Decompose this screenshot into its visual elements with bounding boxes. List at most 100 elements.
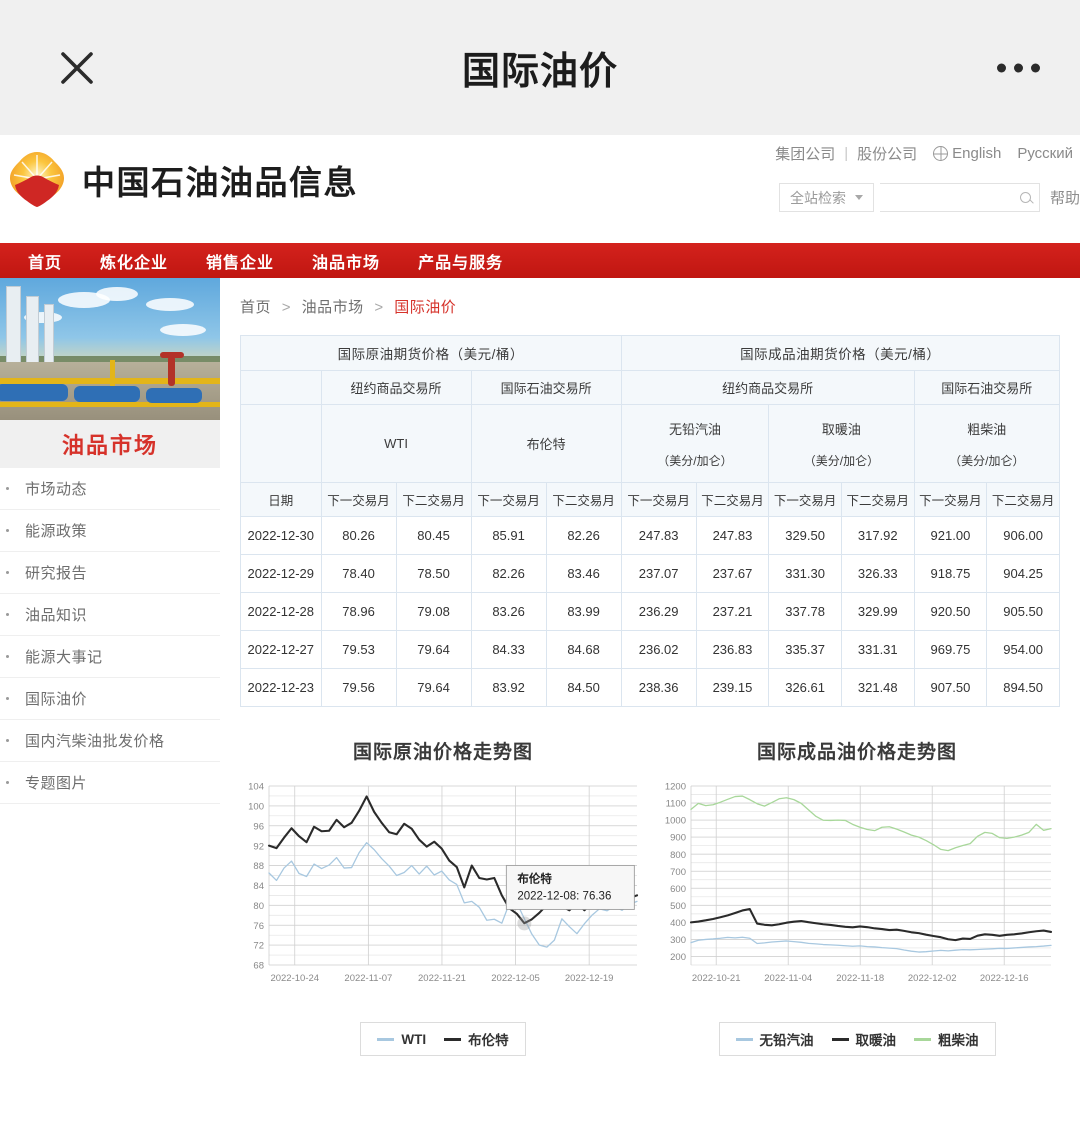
breadcrumb-home[interactable]: 首页 — [240, 299, 271, 316]
table-group-header-row: 国际原油期货价格（美元/桶） 国际成品油期货价格（美元/桶） — [240, 335, 1061, 371]
link-russian[interactable]: Русский — [1010, 145, 1080, 162]
bullet-icon — [6, 529, 9, 532]
legend-item-gasoil[interactable]: 粗柴油 — [914, 1029, 979, 1049]
nav-item-home[interactable]: 首页 — [28, 249, 62, 273]
cell-value: 329.50 — [768, 516, 842, 555]
close-button[interactable] — [52, 43, 102, 93]
sidebar-item-domestic-wholesale-price[interactable]: 国内汽柴油批发价格 — [0, 720, 220, 762]
exchange-ipe-refined: 国际石油交易所 — [913, 370, 1061, 405]
legend-item-unleaded-gasoline[interactable]: 无铅汽油 — [735, 1029, 814, 1049]
close-icon — [55, 46, 99, 90]
search-scope-select[interactable]: 全站检索 — [778, 183, 874, 212]
product-unleaded-gasoline: 无铅汽油 （美分/加仑） — [620, 404, 770, 483]
sidebar-item-photo-gallery[interactable]: 专题图片 — [0, 762, 220, 804]
page-title: 国际油价 — [461, 51, 618, 93]
link-english[interactable]: English — [926, 145, 1008, 162]
link-stock-company[interactable]: 股份公司 — [850, 143, 924, 164]
svg-text:2022-12-19: 2022-12-19 — [565, 973, 614, 984]
column-header-month1: 下一交易月 — [620, 482, 697, 517]
cell-value: 79.53 — [320, 630, 397, 669]
nav-item-oil-market[interactable]: 油品市场 — [312, 249, 380, 273]
svg-text:104: 104 — [248, 782, 264, 793]
crude-chart-legend: WTI 布伦特 — [360, 1022, 526, 1056]
sidebar-item-oil-knowledge[interactable]: 油品知识 — [0, 594, 220, 636]
bullet-icon — [6, 697, 9, 700]
svg-text:2022-10-21: 2022-10-21 — [692, 973, 741, 984]
main-navigation: 首页 炼化企业 销售企业 油品市场 产品与服务 — [0, 243, 1080, 278]
cell-value: 83.92 — [470, 668, 547, 707]
sidebar-title: 油品市场 — [0, 420, 220, 468]
svg-text:1000: 1000 — [665, 816, 686, 827]
legend-item-heating-oil[interactable]: 取暖油 — [831, 1029, 896, 1049]
crude-chart-canvas: 68 72 76 80 84 88 92 96 100 104 2022-10-24 2022-11-… — [240, 780, 646, 1000]
cell-date: 2022-12-23 — [240, 668, 322, 707]
search-input[interactable] — [887, 190, 1020, 205]
svg-text:76: 76 — [253, 921, 264, 932]
search-box[interactable] — [879, 183, 1040, 212]
svg-text:300: 300 — [670, 935, 686, 946]
more-options-button[interactable] — [997, 63, 1040, 72]
legend-item-brent[interactable]: 布伦特 — [444, 1029, 509, 1049]
sidebar-item-label: 市场动态 — [25, 481, 88, 498]
sidebar-item-research-report[interactable]: 研究报告 — [0, 552, 220, 594]
cell-value: 85.91 — [470, 516, 547, 555]
column-header-month2: 下二交易月 — [695, 482, 770, 517]
column-header-month1: 下一交易月 — [470, 482, 547, 517]
svg-text:400: 400 — [670, 918, 686, 929]
legend-item-wti[interactable]: WTI — [377, 1032, 426, 1047]
sidebar-item-market-news[interactable]: 市场动态 — [0, 468, 220, 510]
cell-value: 247.83 — [695, 516, 770, 555]
sidebar-item-energy-policy[interactable]: 能源政策 — [0, 510, 220, 552]
cell-value: 80.45 — [395, 516, 472, 555]
legend-label: 无铅汽油 — [759, 1033, 814, 1048]
cell-value: 78.50 — [395, 554, 472, 593]
search-icon[interactable] — [1019, 192, 1031, 203]
legend-swatch-icon — [735, 1037, 753, 1041]
brand[interactable]: 中国石油油品信息 — [6, 149, 358, 211]
nav-item-sales[interactable]: 销售企业 — [206, 249, 274, 273]
group-header-refined: 国际成品油期货价格（美元/桶） — [620, 335, 1061, 371]
product-unit: （美分/加仑） — [657, 453, 733, 468]
cell-value: 238.36 — [620, 668, 697, 707]
svg-text:68: 68 — [253, 961, 264, 972]
cell-value: 79.64 — [395, 668, 472, 707]
help-link[interactable]: 帮助 — [1050, 187, 1080, 208]
nav-item-refining[interactable]: 炼化企业 — [100, 249, 168, 273]
group-header-crude: 国际原油期货价格（美元/桶） — [240, 335, 622, 371]
svg-text:84: 84 — [253, 881, 264, 892]
cell-value: 335.37 — [768, 630, 842, 669]
cell-value: 83.46 — [545, 554, 622, 593]
refined-chart-svg: 200 300 400 500 600 700 800 900 1000 1100 1200 2022… — [665, 782, 1053, 984]
cell-value: 326.33 — [840, 554, 915, 593]
table-subheader-row: 日期 下一交易月 下二交易月 下一交易月 下二交易月 下一交易月 下二交易月 下… — [240, 482, 1060, 517]
cell-value: 84.68 — [545, 630, 622, 669]
bullet-icon — [6, 739, 9, 742]
product-brent: 布伦特 — [470, 404, 622, 483]
bullet-icon — [6, 655, 9, 658]
sidebar-item-label: 专题图片 — [25, 775, 88, 792]
cell-value: 331.31 — [840, 630, 915, 669]
svg-text:1100: 1100 — [666, 799, 686, 810]
breadcrumb-section[interactable]: 油品市场 — [302, 299, 364, 316]
petrochina-logo-icon — [6, 149, 68, 211]
refined-chart-legend: 无铅汽油 取暖油 粗柴油 — [718, 1022, 996, 1056]
cell-value: 247.83 — [620, 516, 697, 555]
link-divider: | — [844, 145, 849, 162]
bullet-icon — [6, 571, 9, 574]
link-group-company[interactable]: 集团公司 — [768, 143, 842, 164]
globe-icon — [933, 146, 949, 161]
sidebar-item-label: 能源政策 — [25, 523, 88, 540]
product-name: WTI — [384, 436, 408, 451]
cell-value: 905.50 — [986, 592, 1060, 631]
cell-value: 331.30 — [768, 554, 842, 593]
table-row: 2022-12-30 80.26 80.45 85.91 82.26 247.8… — [240, 516, 1060, 555]
table-row: 2022-12-27 79.53 79.64 84.33 84.68 236.0… — [240, 630, 1060, 669]
nav-item-products-services[interactable]: 产品与服务 — [418, 249, 503, 273]
sidebar-menu: 市场动态 能源政策 研究报告 油品知识 能源大事记 国际油价 国内汽柴油批发价格… — [0, 468, 220, 804]
exchange-nymex-crude: 纽约商品交易所 — [320, 370, 472, 405]
sidebar-item-international-oil-price[interactable]: 国际油价 — [0, 678, 220, 720]
sidebar-item-energy-events[interactable]: 能源大事记 — [0, 636, 220, 678]
cell-value: 239.15 — [695, 668, 770, 707]
column-header-month2: 下二交易月 — [840, 482, 915, 517]
cell-value: 237.07 — [620, 554, 697, 593]
